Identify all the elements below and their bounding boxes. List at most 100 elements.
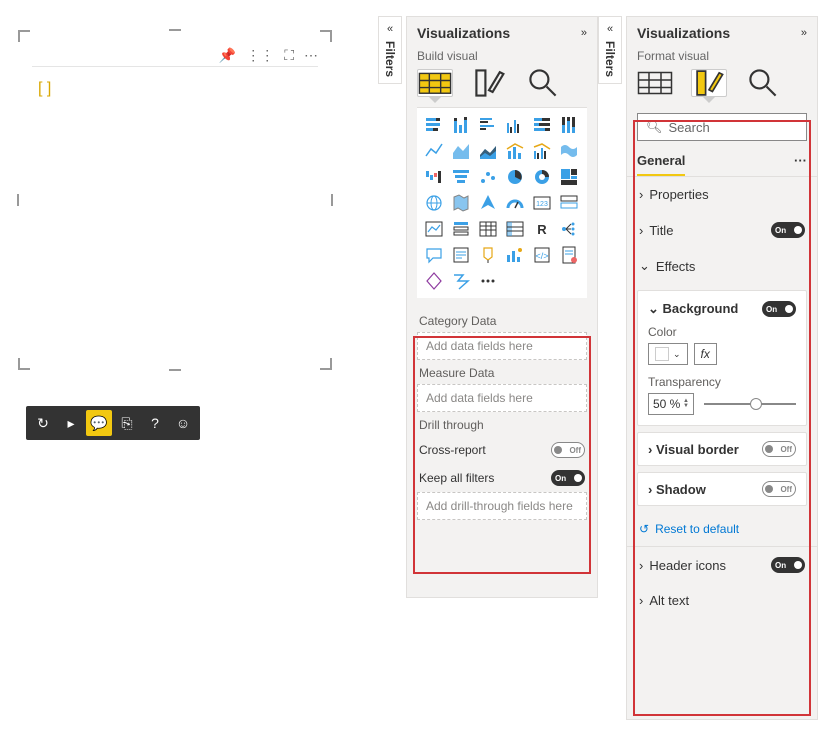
empty-visual-glyph: [ ] (38, 80, 51, 98)
viz-qa-icon[interactable] (423, 244, 445, 266)
chevron-left-icon: « (607, 23, 613, 35)
reset-icon: ↺ (639, 522, 649, 536)
transparency-label: Transparency (648, 375, 796, 389)
emoji-button[interactable]: ☺ (170, 410, 196, 436)
viz-decomposition-icon[interactable] (558, 218, 580, 240)
viz-pie-icon[interactable] (504, 166, 526, 188)
fx-button[interactable]: fx (694, 343, 717, 365)
viz-powerapps-icon[interactable] (423, 270, 445, 292)
chevron-right-icon: › (639, 558, 643, 573)
export-button[interactable]: ⎘ (114, 410, 140, 436)
viz-kpi-icon[interactable] (423, 218, 445, 240)
viz-100-column-icon[interactable] (558, 114, 580, 136)
transparency-input[interactable]: 50 %▲▼ (648, 393, 694, 415)
filters-collapsed-right[interactable]: « Filters (598, 16, 622, 84)
viz-powerautomate-icon[interactable] (450, 270, 472, 292)
help-button[interactable]: ? (142, 410, 168, 436)
viz-map-icon[interactable] (423, 192, 445, 214)
viz-clustered-column-icon[interactable] (504, 114, 526, 136)
keep-filters-label: Keep all filters (419, 471, 494, 485)
cross-report-label: Cross-report (419, 443, 486, 457)
chevron-down-icon: ⌄ (648, 301, 659, 316)
background-card: ⌄ Background On Color ⌄ fx Transparency … (637, 290, 807, 426)
viz-100-bar-icon[interactable] (531, 114, 553, 136)
chevron-right-icon: › (639, 223, 643, 238)
viz-r-icon[interactable]: R (531, 218, 553, 240)
header-icons-toggle[interactable]: On (771, 557, 805, 573)
viz-stacked-bar-icon[interactable] (423, 114, 445, 136)
section-effects[interactable]: ⌄Effects (627, 248, 817, 284)
viz-funnel-icon[interactable] (450, 166, 472, 188)
transparency-slider[interactable] (704, 403, 796, 405)
tab-general[interactable]: General (637, 147, 685, 176)
focus-icon[interactable]: ⛶ (284, 47, 294, 64)
background-toggle[interactable]: On (762, 301, 796, 317)
refresh-button[interactable]: ↻ (30, 410, 56, 436)
canvas-visual-placeholder[interactable]: 📌 ⋮⋮ ⛶ ⋯ [ ] (18, 30, 332, 370)
viz-card-icon[interactable]: 123 (531, 192, 553, 214)
tab-format-visual[interactable] (691, 69, 727, 97)
chat-button[interactable]: 💬 (86, 410, 112, 436)
section-header-icons[interactable]: ›Header icons On (627, 546, 817, 583)
viz-slicer-icon[interactable] (450, 218, 472, 240)
measure-data-dropzone[interactable]: Add data fields here (417, 384, 587, 412)
viz-more-icon[interactable] (477, 270, 499, 292)
viz-key-influencers-icon[interactable] (504, 244, 526, 266)
viz-clustered-bar-icon[interactable] (477, 114, 499, 136)
viz-area-icon[interactable] (450, 140, 472, 162)
filter-icon[interactable]: ⋮⋮ (246, 47, 274, 64)
cross-report-toggle[interactable]: Off (551, 442, 585, 458)
viz-azure-map-icon[interactable] (477, 192, 499, 214)
viz-table-icon[interactable] (477, 218, 499, 240)
viz-matrix-icon[interactable] (504, 218, 526, 240)
viz-line-stacked-icon[interactable] (504, 140, 526, 162)
viz-goals-icon[interactable] (477, 244, 499, 266)
section-alt-text[interactable]: ›Alt text (627, 583, 817, 618)
visual-border-toggle[interactable]: Off (762, 441, 796, 457)
section-title[interactable]: ›Title On (627, 212, 817, 248)
chevron-right-icon: › (648, 482, 652, 497)
viz-stacked-area-icon[interactable] (477, 140, 499, 162)
collapse-right-icon[interactable]: » (581, 27, 587, 39)
keep-filters-toggle[interactable]: On (551, 470, 585, 486)
viz-narrative-icon[interactable] (450, 244, 472, 266)
viz-paginated-icon[interactable] (558, 244, 580, 266)
more-icon[interactable]: ⋯ (304, 47, 318, 64)
viz-waterfall-icon[interactable] (423, 166, 445, 188)
viz-ribbon-icon[interactable] (558, 140, 580, 162)
section-properties[interactable]: ›Properties (627, 177, 817, 212)
filters-collapsed-left[interactable]: « Filters (378, 16, 402, 84)
pin-icon[interactable]: 📌 (219, 47, 236, 64)
shadow-card[interactable]: › Shadow Off (637, 472, 807, 506)
chevron-right-icon: › (639, 187, 643, 202)
color-picker[interactable]: ⌄ (648, 343, 688, 365)
viz-multi-card-icon[interactable] (558, 192, 580, 214)
viz-gauge-icon[interactable] (504, 192, 526, 214)
shadow-toggle[interactable]: Off (762, 481, 796, 497)
category-data-dropzone[interactable]: Add data fields here (417, 332, 587, 360)
tab-build-visual[interactable] (637, 69, 673, 97)
viz-python-icon[interactable]: </> (531, 244, 553, 266)
viz-line-icon[interactable] (423, 140, 445, 162)
tab-build-visual[interactable] (417, 69, 453, 97)
viz-line-clustered-icon[interactable] (531, 140, 553, 162)
svg-text:</>: </> (535, 251, 548, 261)
color-label: Color (648, 325, 796, 339)
viz-stacked-column-icon[interactable] (450, 114, 472, 136)
play-button[interactable]: ▸ (58, 410, 84, 436)
viz-donut-icon[interactable] (531, 166, 553, 188)
search-input[interactable]: 🔍︎ Search (637, 113, 807, 141)
viz-filled-map-icon[interactable] (450, 192, 472, 214)
viz-scatter-icon[interactable] (477, 166, 499, 188)
tab-format-visual[interactable] (471, 69, 507, 97)
drill-through-dropzone[interactable]: Add drill-through fields here (417, 492, 587, 520)
visual-border-card[interactable]: › Visual border Off (637, 432, 807, 466)
title-toggle[interactable]: On (771, 222, 805, 238)
tab-analytics[interactable] (745, 69, 781, 97)
panel-title: Visualizations (417, 25, 510, 41)
collapse-right-icon[interactable]: » (801, 27, 807, 39)
more-options-icon[interactable]: ··· (794, 147, 807, 176)
reset-to-default[interactable]: ↺Reset to default (627, 512, 817, 546)
tab-analytics[interactable] (525, 69, 561, 97)
viz-treemap-icon[interactable] (558, 166, 580, 188)
